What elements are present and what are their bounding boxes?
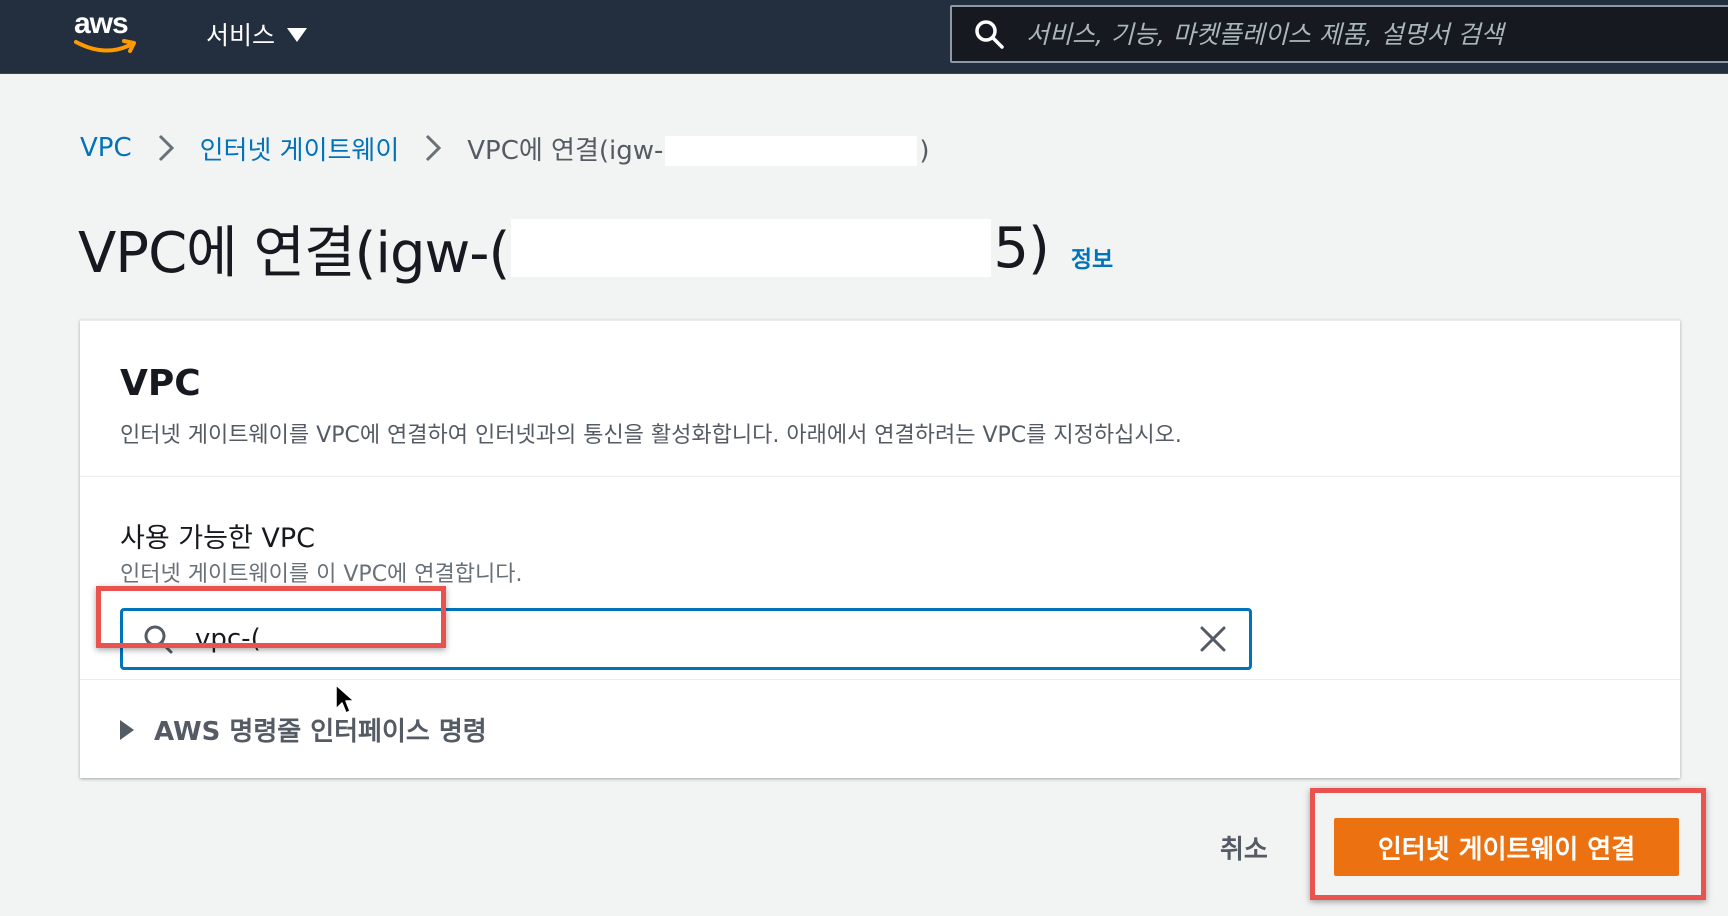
services-menu-label: 서비스 [206,21,276,50]
page-title-suffix: 5) [993,215,1049,281]
cli-section-label: AWS 명령줄 인터페이스 명령 [154,717,487,747]
aws-smile-icon [74,39,136,53]
container-description: 인터넷 게이트웨이를 VPC에 연결하여 인터넷과의 통신을 활성화합니다. 아… [120,423,1182,448]
cli-expandable-section: AWS 명령줄 인터페이스 명령 [80,681,1680,779]
cancel-button[interactable]: 취소 [1200,822,1288,872]
available-vpc-field: 사용 가능한 VPC 인터넷 게이트웨이를 이 VPC에 연결합니다. [80,478,1680,680]
page-header: VPC에 연결(igw-( 5) 정보 [78,208,1113,288]
field-description: 인터넷 게이트웨이를 이 VPC에 연결합니다. [120,562,523,587]
close-icon[interactable] [1197,623,1229,655]
attach-internet-gateway-button[interactable]: 인터넷 게이트웨이 연결 [1334,818,1679,876]
chevron-right-icon [144,128,188,168]
search-icon [144,625,173,654]
breadcrumb-current-prefix: VPC에 연결(igw- [467,135,664,166]
page-title-prefix: VPC에 연결(igw-( [78,220,510,286]
redaction-block [511,219,992,277]
container-header: VPC 인터넷 게이트웨이를 VPC에 연결하여 인터넷과의 통신을 활성화합니… [80,321,1680,477]
caret-down-icon [287,28,308,42]
breadcrumb-current: VPC에 연결(igw-) [467,130,930,167]
info-link[interactable]: 정보 [1071,240,1113,274]
top-navigation-bar: aws 서비스 [0,0,1728,74]
services-menu[interactable]: 서비스 [206,14,308,54]
breadcrumb: VPC 인터넷 게이트웨이 VPC에 연결(igw-) [80,128,930,168]
vpc-container: VPC 인터넷 게이트웨이를 VPC에 연결하여 인터넷과의 통신을 활성화합니… [80,320,1680,778]
vpc-autosuggest[interactable] [120,608,1252,670]
breadcrumb-current-suffix: ) [919,135,930,166]
page-title: VPC에 연결(igw-( 5) [78,208,1050,289]
chevron-right-icon [411,128,455,168]
field-label: 사용 가능한 VPC [120,523,315,554]
cli-expand-toggle[interactable]: AWS 명령줄 인터페이스 명령 [120,711,487,748]
vpc-input[interactable] [193,619,1153,659]
breadcrumb-link-internet-gateways[interactable]: 인터넷 게이트웨이 [200,130,400,167]
global-search-input[interactable] [1024,18,1728,50]
container-title: VPC [120,363,201,404]
search-icon [975,20,1004,49]
redaction-block [665,136,918,166]
caret-right-icon [120,719,134,740]
breadcrumb-link-vpc[interactable]: VPC [80,133,132,163]
aws-logo[interactable]: aws [74,6,144,56]
global-search-box[interactable] [950,5,1728,63]
